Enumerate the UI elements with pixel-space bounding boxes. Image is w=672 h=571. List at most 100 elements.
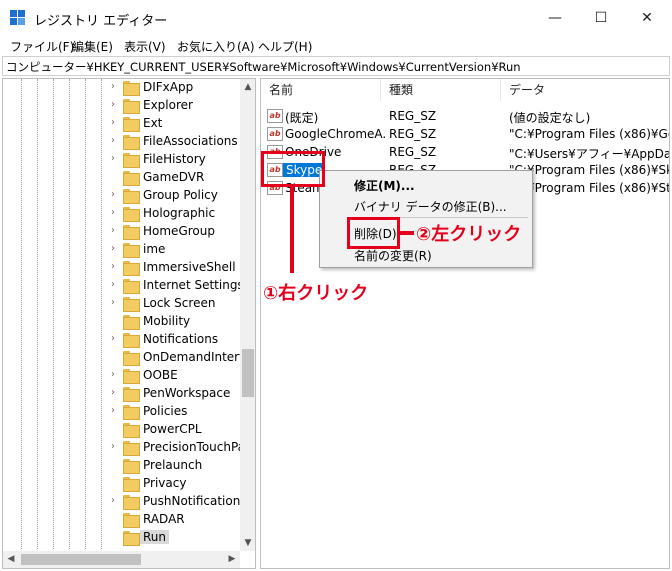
menu-favorites[interactable]: お気に入り(A): [177, 38, 255, 55]
tree-item[interactable]: › FileHistory: [3, 151, 243, 169]
minimize-button[interactable]: —: [532, 4, 578, 32]
tree-item[interactable]: › ImmersiveShell: [3, 259, 243, 277]
tree-horizontal-scrollbar[interactable]: ◀ ▶: [3, 551, 240, 568]
chevron-right-icon[interactable]: ›: [107, 189, 119, 201]
chevron-right-icon[interactable]: ›: [107, 81, 119, 93]
window-title: レジストリ エディター: [34, 14, 168, 29]
folder-icon: [123, 243, 140, 258]
string-value-icon: ab: [267, 109, 283, 123]
tree-item-label: ime: [143, 242, 166, 256]
tree-item[interactable]: OnDemandInterfa: [3, 349, 251, 367]
column-header-type[interactable]: 種類: [381, 79, 501, 101]
folder-icon: [123, 279, 140, 294]
scroll-up-icon[interactable]: ▲: [240, 79, 255, 95]
list-row[interactable]: ab GoogleChromeA... REG_SZ "C:¥Program File…: [261, 125, 669, 143]
context-item-rename[interactable]: 名前の変更(R): [354, 247, 432, 264]
folder-icon: [123, 459, 140, 474]
scroll-left-icon[interactable]: ◀: [3, 551, 19, 568]
tree-vertical-scrollbar[interactable]: ▲ ▼: [240, 79, 255, 551]
value-data: "C:¥Program Files (x86)¥Steam: [509, 181, 670, 195]
menu-view[interactable]: 表示(V): [124, 38, 166, 55]
chevron-right-icon[interactable]: ›: [107, 135, 119, 147]
maximize-button[interactable]: ☐: [578, 4, 624, 32]
column-header-data[interactable]: データ: [501, 79, 669, 101]
chevron-right-icon[interactable]: ›: [107, 99, 119, 111]
tree-item-label: Ext: [143, 116, 163, 130]
tree-item[interactable]: › ime: [3, 241, 243, 259]
chevron-right-icon[interactable]: ›: [107, 117, 119, 129]
value-type: REG_SZ: [389, 109, 437, 123]
tree-item[interactable]: RADAR: [3, 511, 243, 529]
string-value-icon: ab: [267, 127, 283, 141]
value-data: "C:¥Program Files (x86)¥Googl: [509, 127, 669, 141]
tree-item[interactable]: › HomeGroup: [3, 223, 243, 241]
context-item-modify[interactable]: 修正(M)...: [354, 177, 415, 194]
tree-item-label: PenWorkspace: [143, 386, 231, 400]
tree-item[interactable]: › FileAssociations: [3, 133, 243, 151]
tree-item[interactable]: › PushNotifications: [3, 493, 247, 511]
column-header-name[interactable]: 名前: [261, 79, 381, 101]
folder-icon: [123, 135, 140, 150]
tree-item[interactable]: › PrecisionTouchPac: [3, 439, 252, 457]
menu-file[interactable]: ファイル(F): [10, 38, 74, 55]
tree-item[interactable]: PowerCPL: [3, 421, 243, 439]
tree-item[interactable]: › OOBE: [3, 367, 243, 385]
key-tree[interactable]: › DIFxApp › Explorer › Ext › FileAssociations › F…: [2, 78, 256, 569]
tree-item-label: ImmersiveShell: [143, 260, 236, 274]
folder-icon: [123, 207, 140, 222]
folder-icon: [123, 189, 140, 204]
tree-item-label: Run: [140, 530, 170, 544]
tree-item[interactable]: › Group Policy: [3, 187, 243, 205]
menu-help[interactable]: ヘルプ(H): [258, 38, 312, 55]
menu-edit[interactable]: 編集(E): [72, 38, 113, 55]
scroll-thumb[interactable]: [21, 554, 141, 565]
tree-item-label: PushNotifications: [143, 494, 247, 508]
chevron-right-icon[interactable]: ›: [107, 225, 119, 237]
chevron-right-icon[interactable]: ›: [107, 261, 119, 273]
chevron-right-icon[interactable]: ›: [107, 153, 119, 165]
tree-item[interactable]: Privacy: [3, 475, 243, 493]
tree-item[interactable]: › Internet Settings: [3, 277, 244, 295]
scroll-down-icon[interactable]: ▼: [240, 535, 255, 551]
tree-item[interactable]: Mobility: [3, 313, 243, 331]
tree-item-label: HomeGroup: [143, 224, 215, 238]
context-item-modify-binary[interactable]: バイナリ データの修正(B)...: [354, 198, 507, 215]
scroll-right-icon[interactable]: ▶: [224, 551, 240, 568]
chevron-right-icon[interactable]: ›: [107, 279, 119, 291]
highlight-box-delete: [347, 217, 400, 249]
tree-item-label: Prelaunch: [143, 458, 203, 472]
tree-item[interactable]: › Notifications: [3, 331, 243, 349]
chevron-right-icon[interactable]: ›: [107, 297, 119, 309]
chevron-right-icon[interactable]: ›: [107, 369, 119, 381]
chevron-right-icon[interactable]: ›: [107, 243, 119, 255]
tree-item[interactable]: › DIFxApp: [3, 79, 243, 97]
chevron-right-icon[interactable]: ›: [107, 495, 119, 507]
list-row[interactable]: ab (既定) REG_SZ (値の設定なし): [261, 107, 669, 125]
tree-item-label: FileAssociations: [143, 134, 238, 148]
scroll-thumb[interactable]: [242, 349, 254, 397]
tree-item[interactable]: › Ext: [3, 115, 243, 133]
tree-item[interactable]: › Explorer: [3, 97, 243, 115]
folder-icon: [123, 153, 140, 168]
close-button[interactable]: ✕: [624, 4, 670, 32]
tree-item-label: Lock Screen: [143, 296, 216, 310]
chevron-right-icon[interactable]: ›: [107, 387, 119, 399]
tree-item[interactable]: › Policies: [3, 403, 243, 421]
folder-icon: [123, 297, 140, 312]
tree-item[interactable]: Prelaunch: [3, 457, 243, 475]
folder-icon: [123, 315, 140, 330]
tree-item[interactable]: Run: [3, 529, 243, 547]
tree-item[interactable]: › Holographic: [3, 205, 243, 223]
folder-icon: [123, 477, 140, 492]
chevron-right-icon[interactable]: ›: [107, 333, 119, 345]
tree-item[interactable]: › PenWorkspace: [3, 385, 243, 403]
chevron-right-icon[interactable]: ›: [107, 405, 119, 417]
tree-item-label: Mobility: [143, 314, 191, 328]
chevron-right-icon[interactable]: ›: [107, 207, 119, 219]
tree-item[interactable]: GameDVR: [3, 169, 243, 187]
address-bar[interactable]: コンピューター¥HKEY_CURRENT_USER¥Software¥Micro…: [2, 56, 670, 76]
regedit-icon: [10, 10, 26, 26]
tree-item[interactable]: › Lock Screen: [3, 295, 243, 313]
folder-icon: [123, 387, 140, 402]
chevron-right-icon[interactable]: ›: [107, 441, 119, 453]
